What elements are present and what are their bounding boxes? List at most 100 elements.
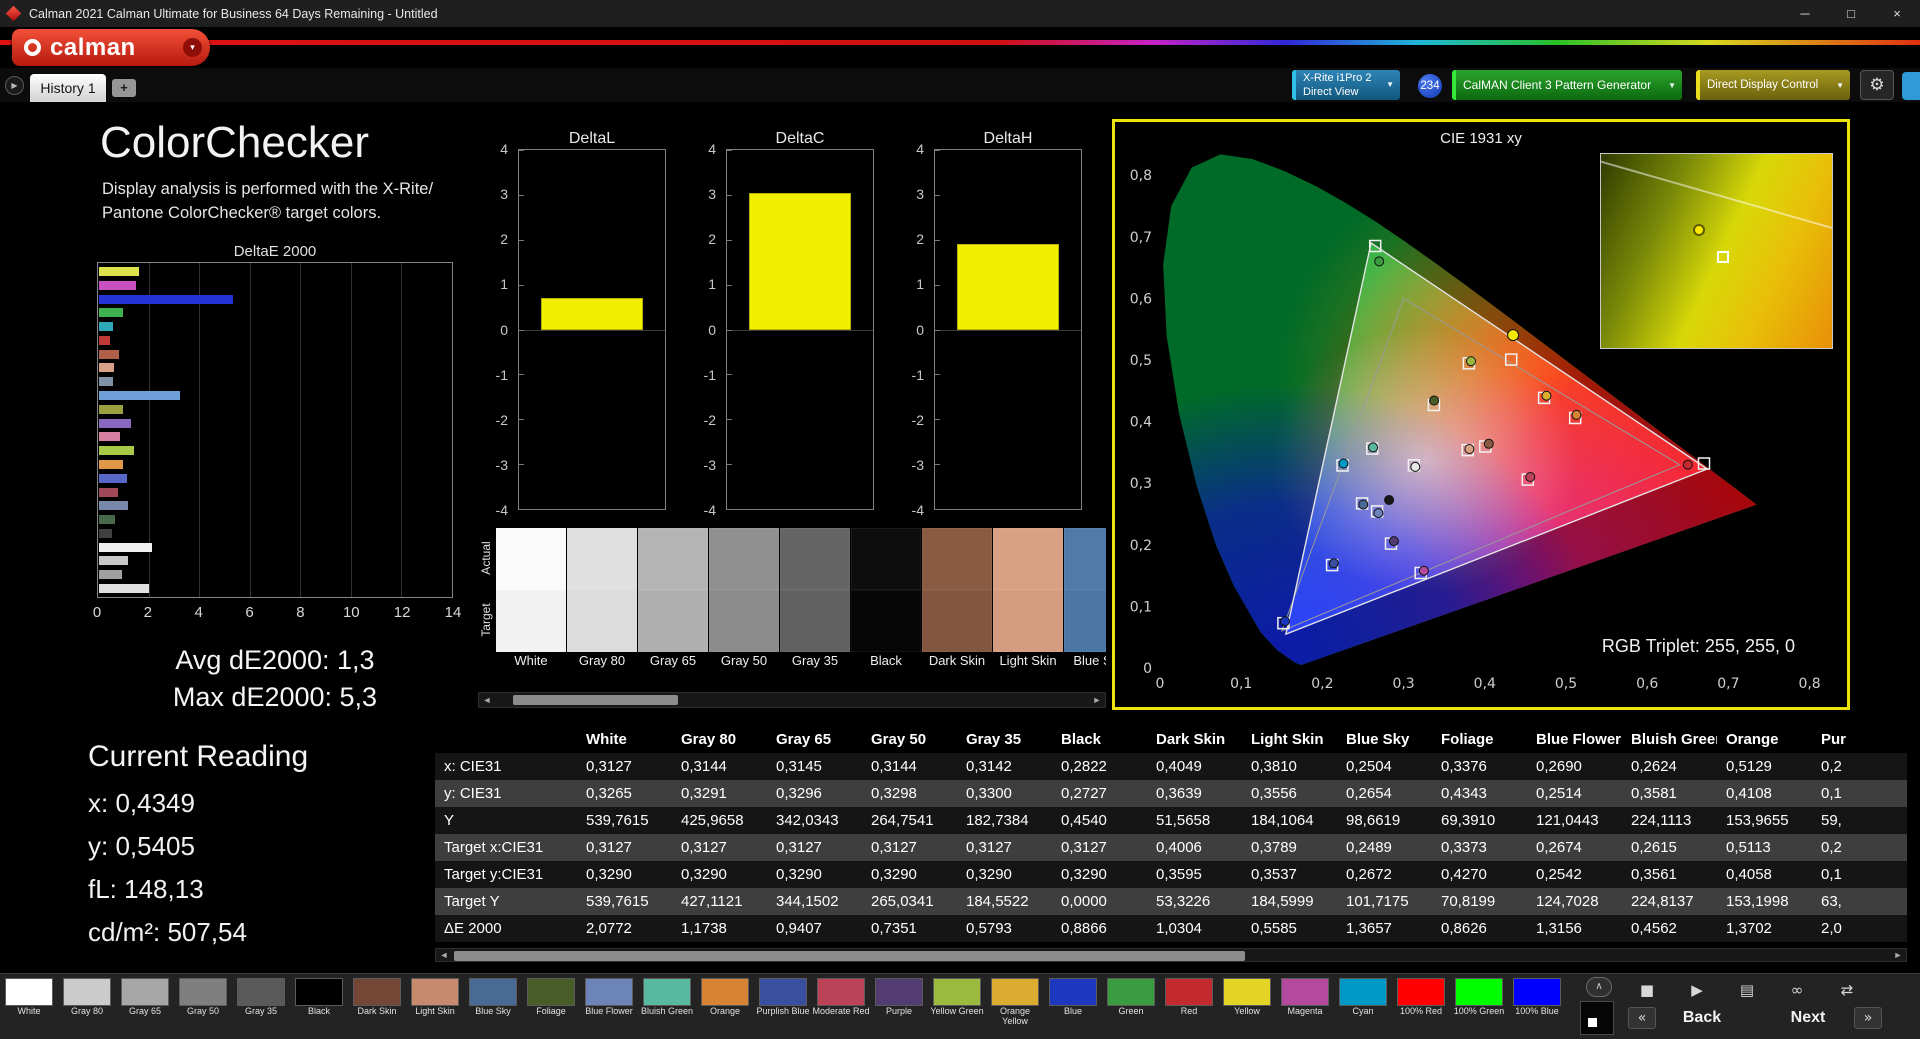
expand-panel-button[interactable]: ∧ <box>1586 977 1612 997</box>
table-cell: 0,9407 <box>767 915 862 942</box>
palette-swatch[interactable]: Magenta <box>1276 974 1334 1039</box>
scroll-left-icon[interactable]: ◄ <box>436 950 452 960</box>
sync-button[interactable]: ⇄ <box>1828 978 1866 1002</box>
table-cell: 0,3639 <box>1147 780 1242 807</box>
palette-swatch-label: Foliage <box>522 1007 580 1017</box>
cie-1931-panel: 00,10,20,30,40,50,60,70,800,10,20,30,40,… <box>1112 119 1850 710</box>
palette-swatch[interactable]: Yellow Green <box>928 974 986 1039</box>
prev-pattern-button[interactable]: « <box>1628 1007 1656 1029</box>
table-cell: 153,1998 <box>1717 888 1812 915</box>
meter-dropdown[interactable]: X-Rite i1Pro 2 Direct View ▼ <box>1292 70 1400 100</box>
stop-button[interactable]: ■ <box>1628 978 1666 1002</box>
palette-swatch[interactable]: 100% Red <box>1392 974 1450 1039</box>
table-cell: 0,3127 <box>672 834 767 861</box>
palette-swatch[interactable]: Green <box>1102 974 1160 1039</box>
palette-swatch[interactable]: Moderate Red <box>812 974 870 1039</box>
palette-swatch[interactable]: Blue Flower <box>580 974 638 1039</box>
swatch-patch[interactable]: Light Skin <box>993 528 1063 670</box>
add-tab-button[interactable]: + <box>112 79 136 97</box>
pattern-window-dot <box>1588 1018 1597 1027</box>
swatch-patch[interactable]: Dark Skin <box>922 528 992 670</box>
calman-menu-button[interactable]: calman ▾ <box>12 29 210 66</box>
tab-history-1[interactable]: History 1 <box>30 74 106 102</box>
swatch-strip-scrollbar[interactable]: ◄ ► <box>478 692 1106 708</box>
palette-swatch-color <box>1281 978 1329 1006</box>
palette-swatch[interactable]: Purple <box>870 974 928 1039</box>
palette-swatch[interactable]: Gray 50 <box>174 974 232 1039</box>
pattern-window-preview[interactable] <box>1580 1001 1614 1035</box>
palette-swatch[interactable]: White <box>0 974 58 1039</box>
axis-tick-label: 0,3 <box>1392 676 1414 692</box>
palette-swatch[interactable]: Blue Sky <box>464 974 522 1039</box>
palette-swatch-color <box>63 978 111 1006</box>
palette-swatch[interactable]: Gray 65 <box>116 974 174 1039</box>
table-header-cell: Gray 65 <box>767 726 862 753</box>
close-button[interactable]: × <box>1874 0 1920 27</box>
axis-tick-label: -2 <box>912 412 924 428</box>
palette-swatch-color <box>1455 978 1503 1006</box>
display-control-dropdown[interactable]: Direct Display Control ▼ <box>1696 70 1850 100</box>
next-pattern-button[interactable]: » <box>1854 1007 1882 1029</box>
cie-measured-point <box>1411 462 1420 471</box>
palette-swatch[interactable]: Red <box>1160 974 1218 1039</box>
pattern-generator-dropdown[interactable]: CalMAN Client 3 Pattern Generator ▼ <box>1452 70 1682 100</box>
deltae-chart-plot <box>97 262 453 598</box>
palette-swatch[interactable]: Foliage <box>522 974 580 1039</box>
table-cell: 0,4562 <box>1622 915 1717 942</box>
scrollbar-track[interactable] <box>495 693 1089 707</box>
palette-swatch[interactable]: Light Skin <box>406 974 464 1039</box>
scrollbar-thumb[interactable] <box>454 951 1245 961</box>
palette-swatch[interactable]: Yellow <box>1218 974 1276 1039</box>
axis-tick-label: -4 <box>704 502 716 518</box>
scroll-right-icon[interactable]: ► <box>1089 695 1105 705</box>
palette-swatch[interactable]: Purplish Blue <box>754 974 812 1039</box>
scroll-left-icon[interactable]: ◄ <box>479 695 495 705</box>
palette-swatch[interactable]: Blue <box>1044 974 1102 1039</box>
axis-tick-label: -3 <box>704 457 716 473</box>
chart-yaxis: 43210-1-2-3-4 <box>686 149 720 510</box>
deltae-bar <box>99 501 128 510</box>
swatch-patch[interactable]: Gray 50 <box>709 528 779 670</box>
scroll-right-icon[interactable]: ► <box>1890 950 1906 960</box>
link-button[interactable]: ∞ <box>1778 978 1816 1002</box>
palette-swatch-color <box>353 978 401 1006</box>
swatch-patch[interactable]: Blue Sky <box>1064 528 1106 670</box>
swatch-patch[interactable]: Gray 35 <box>780 528 850 670</box>
table-cell: 0,3127 <box>577 834 672 861</box>
maximize-button[interactable]: □ <box>1828 0 1874 27</box>
swatch-patch[interactable]: White <box>496 528 566 670</box>
back-button[interactable]: Back <box>1656 1009 1748 1027</box>
minimize-button[interactable]: ─ <box>1782 0 1828 27</box>
table-cell: 1,1738 <box>672 915 767 942</box>
palette-swatch[interactable]: 100% Blue <box>1508 974 1566 1039</box>
swatch-patch[interactable]: Black <box>851 528 921 670</box>
tab-nav-icon[interactable]: ▶ <box>5 76 24 95</box>
palette-swatch[interactable]: Orange <box>696 974 754 1039</box>
table-scrollbar[interactable]: ◄ ► <box>435 948 1907 962</box>
palette-swatch[interactable]: Bluish Green <box>638 974 696 1039</box>
palette-swatch[interactable]: Orange Yellow <box>986 974 1044 1039</box>
table-cell: 0,3581 <box>1622 780 1717 807</box>
swatch-patch[interactable]: Gray 65 <box>638 528 708 670</box>
main-content: ColorChecker Display analysis is perform… <box>0 102 1920 973</box>
table-cell: 182,7384 <box>957 807 1052 834</box>
palette-swatch[interactable]: Black <box>290 974 348 1039</box>
palette-swatch[interactable]: Dark Skin <box>348 974 406 1039</box>
deltae-bar <box>99 488 118 497</box>
palette-swatch[interactable]: Cyan <box>1334 974 1392 1039</box>
palette-swatch[interactable]: Gray 80 <box>58 974 116 1039</box>
table-cell: 0,3127 <box>862 834 957 861</box>
play-button[interactable]: ▶ <box>1678 978 1716 1002</box>
scrollbar-thumb[interactable] <box>513 695 678 705</box>
settings-gear-button[interactable]: ⚙ <box>1860 70 1894 100</box>
scrollbar-track[interactable] <box>452 949 1890 961</box>
deltae-bar <box>99 474 127 483</box>
swatch-patch[interactable]: Gray 80 <box>567 528 637 670</box>
table-cell: 0,5793 <box>957 915 1052 942</box>
swatch-actual-color <box>922 528 992 590</box>
next-button[interactable]: Next <box>1762 1009 1854 1027</box>
palette-swatch[interactable]: Gray 35 <box>232 974 290 1039</box>
save-button[interactable]: ▤ <box>1728 978 1766 1002</box>
palette-swatch[interactable]: 100% Green <box>1450 974 1508 1039</box>
partial-control[interactable] <box>1902 72 1920 100</box>
